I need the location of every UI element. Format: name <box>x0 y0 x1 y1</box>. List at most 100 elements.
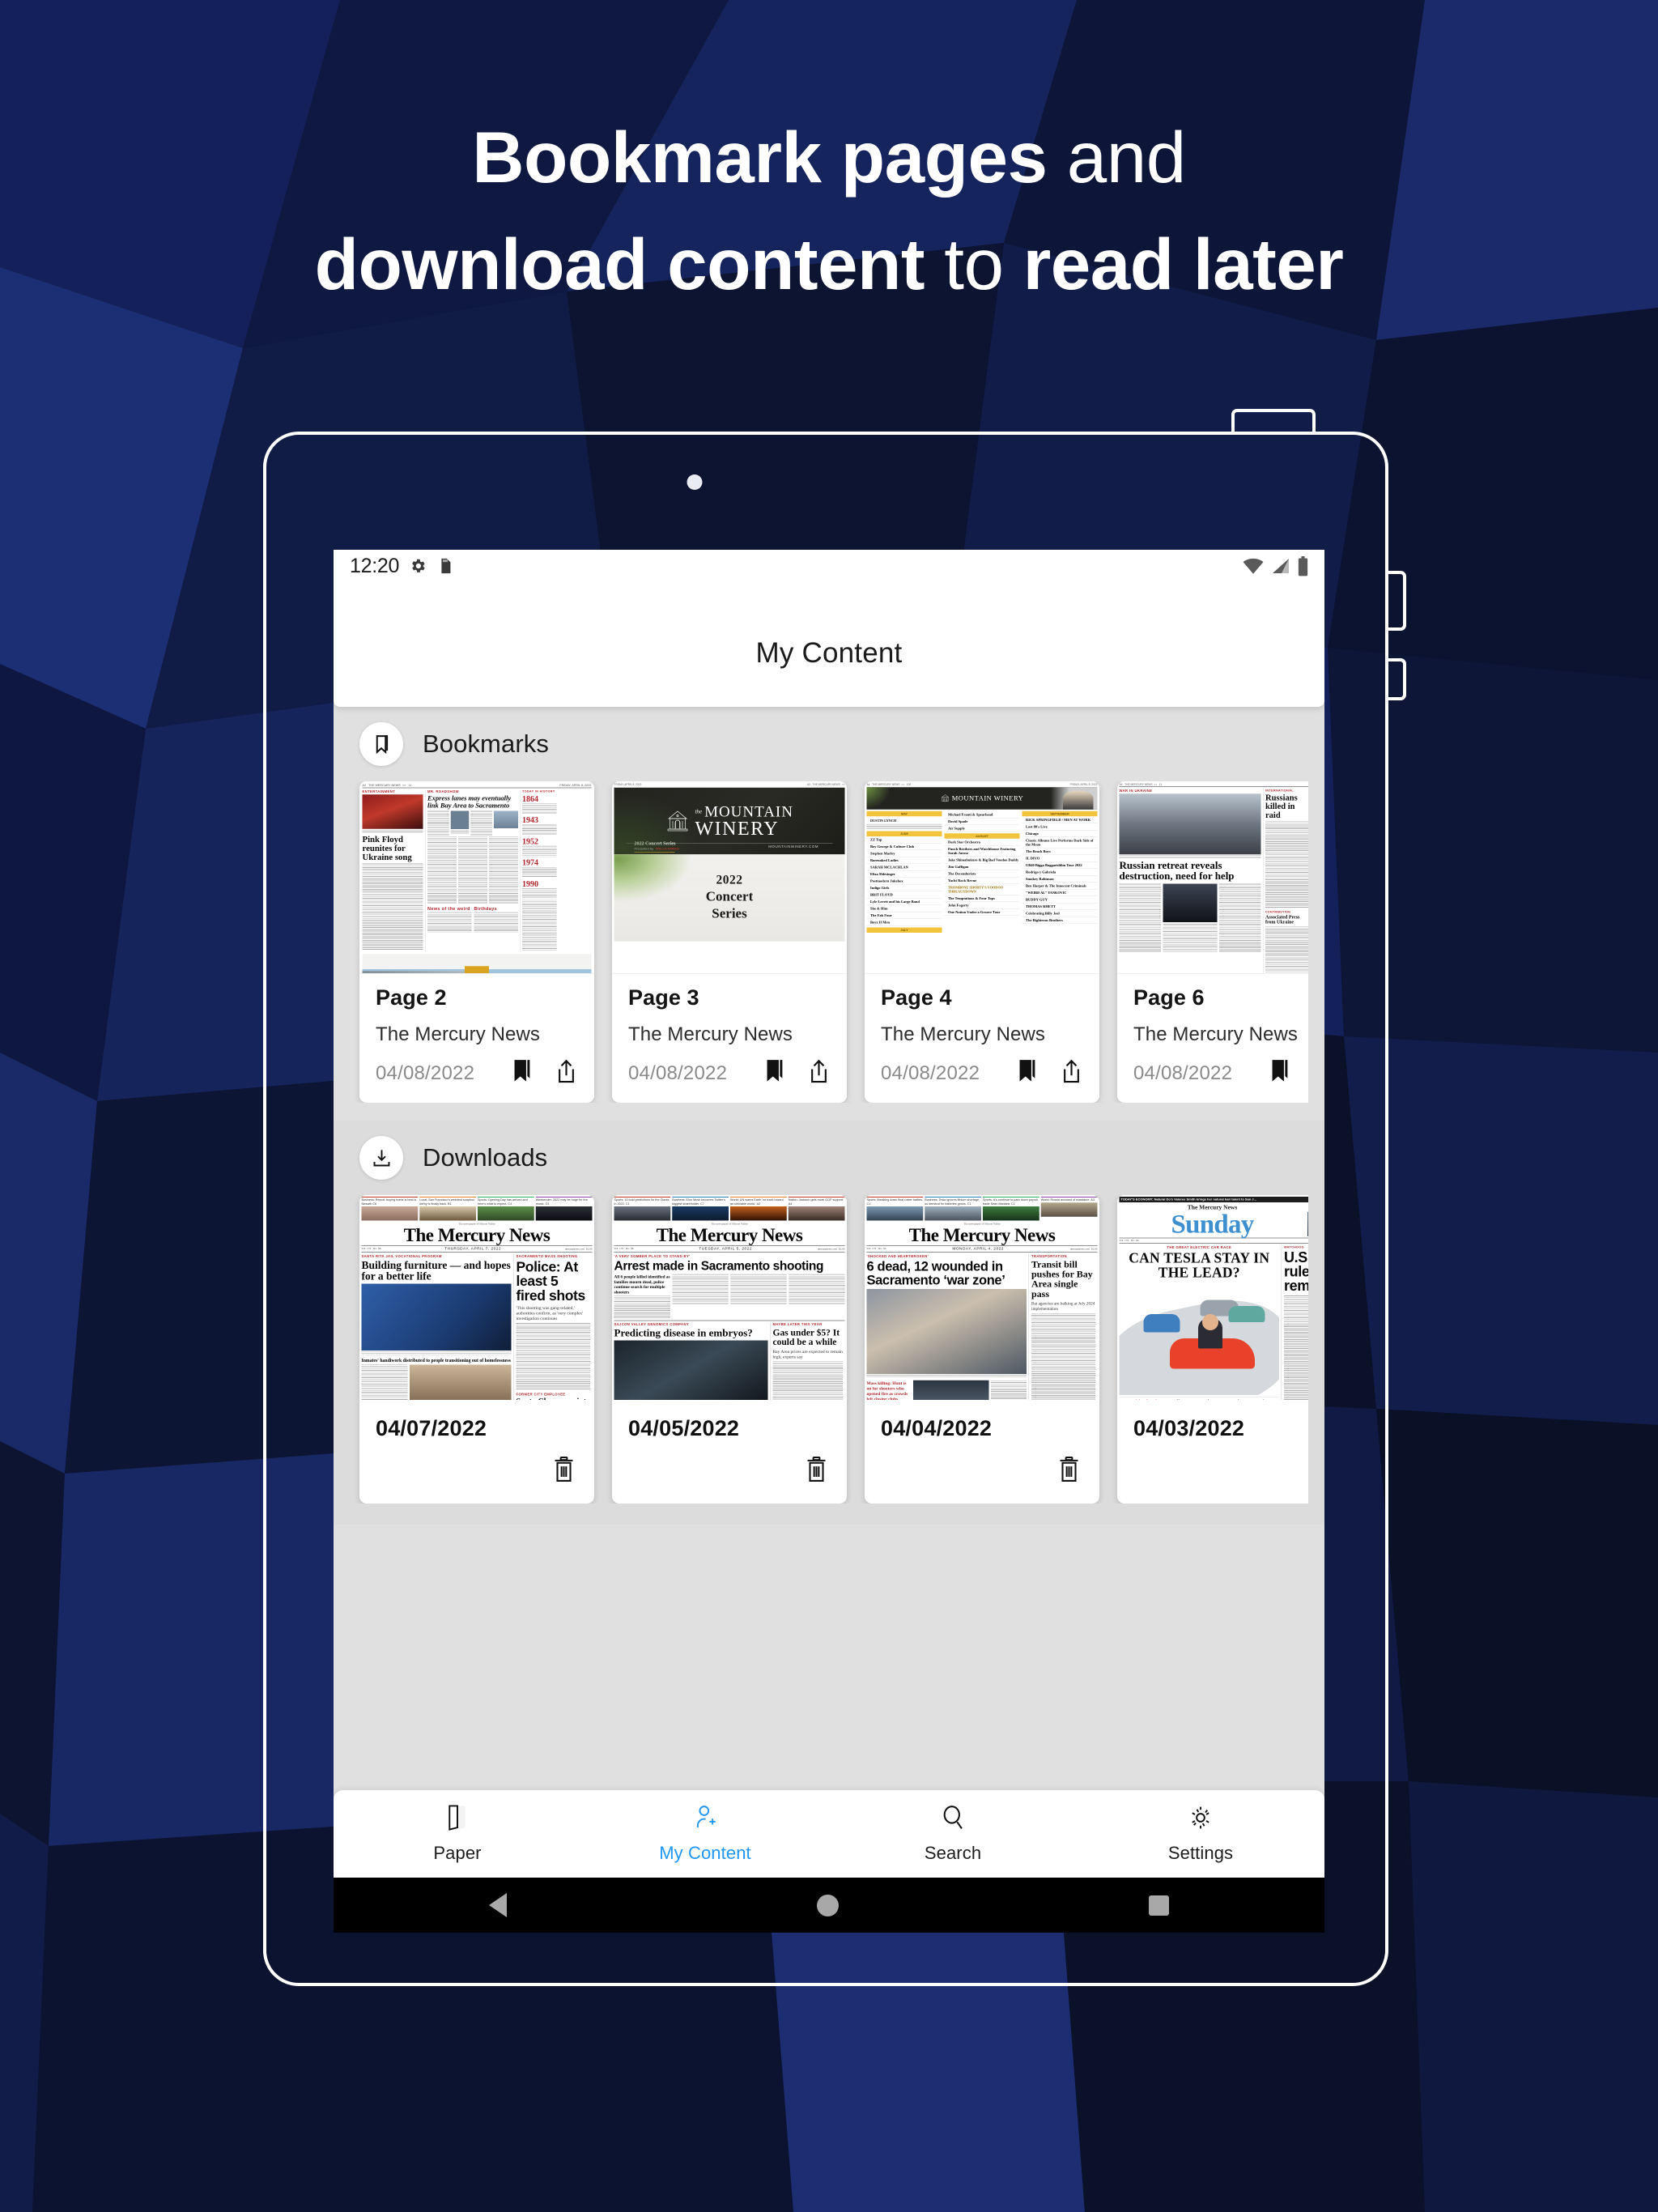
bookmark-filled-icon[interactable] <box>1017 1059 1039 1088</box>
bookmark-card-actions <box>764 1059 831 1088</box>
page-title: My Content <box>755 637 903 669</box>
bookmark-filled-icon[interactable] <box>764 1059 786 1088</box>
bookmark-thumbnail[interactable]: A4 THE MERCURY NEWS >> 100 FRIDAY, APRIL… <box>865 781 1099 974</box>
nav-tab-paper[interactable]: Paper <box>334 1790 581 1878</box>
download-card-date: 04/07/2022 <box>376 1416 487 1440</box>
thumb-teaser: Local: San Francisco's weirdest soapbox … <box>419 1197 475 1206</box>
thumb-bottom-headline: Santa Clara appoints interim city manage… <box>517 1397 591 1400</box>
thumb-act: The Fab Four <box>866 912 942 919</box>
bookmark-card[interactable]: A4 THE MERCURY NEWS >> 100 FRIDAY, APRIL… <box>865 781 1099 1103</box>
my-content-icon <box>693 1804 717 1836</box>
bookmark-thumbnail[interactable]: A6 THE MERCURY NEWS >> 11 WAR IN UKRAINE… <box>1117 781 1308 974</box>
bookmark-filled-icon[interactable] <box>512 1059 534 1088</box>
bookmark-card-publication: The Mercury News <box>376 1023 540 1045</box>
thumb-side-headline: Transit bill pushes for Bay Area single … <box>1031 1258 1093 1300</box>
download-card[interactable]: TODAY'S ECONOMY: Natural Do's Valoree Sm… <box>1117 1195 1308 1504</box>
nav-label-search: Search <box>924 1843 982 1863</box>
bookmarks-section-header: Bookmarks <box>350 707 1308 781</box>
bookmark-card-footer: 04/08/2022 <box>865 1046 1099 1103</box>
bookmarks-rail[interactable]: A2 THE MERCURY NEWS >> 11 FRIDAY, APRIL … <box>350 781 1308 1103</box>
trash-icon[interactable] <box>804 1456 829 1487</box>
thumb-kicker: 'A VERY SOMBER PLACE TO STAND BY' <box>614 1253 691 1258</box>
download-thumbnail[interactable]: Sports: 10 bold predictions for the Gian… <box>612 1195 847 1400</box>
download-card[interactable]: Sports: Breaking down final roster battl… <box>865 1195 1099 1504</box>
newspaper-page-preview: A6 THE MERCURY NEWS >> 11 WAR IN UKRAINE… <box>1117 781 1308 973</box>
download-card[interactable]: Business: Report: buying home is best is… <box>359 1195 594 1504</box>
thumb-side-kicker: SACRAMENTO MASS SHOOTING <box>516 1253 578 1258</box>
nav-tab-settings[interactable]: Settings <box>1077 1790 1324 1878</box>
thumb-act: THOMAS RHETT <box>1022 903 1098 910</box>
trash-icon[interactable] <box>551 1456 576 1487</box>
thumb-act: Dark Star Orchestra <box>944 839 1020 846</box>
thumb-month: JULY <box>866 927 942 933</box>
thumb-strip-text: TODAY'S ECONOMY: Natural Do's Valoree Sm… <box>1120 1197 1256 1202</box>
bookmark-card-footer: 04/08/2022 <box>1117 1046 1308 1103</box>
promo-headline-mid: to <box>924 223 1023 304</box>
downloads-rail[interactable]: Business: Report: buying home is best is… <box>350 1195 1308 1504</box>
device-power-button[interactable] <box>1385 658 1406 700</box>
promo-headline: Bookmark pages and download content to r… <box>0 104 1658 317</box>
download-thumbnail[interactable]: Business: Report: buying home is best is… <box>359 1195 594 1400</box>
thumb-headline: Building furniture — and hopes for a bet… <box>361 1258 511 1283</box>
device-volume-button[interactable] <box>1385 571 1406 631</box>
bookmark-card-date: 04/08/2022 <box>1133 1062 1233 1084</box>
thumb-side-kicker: INTERNATIONAL <box>1265 789 1294 793</box>
back-button[interactable] <box>488 1893 507 1917</box>
thumb-banner-brand: MOUNTAIN WINERY <box>951 794 1024 802</box>
thumb-act: Barenaked Ladies <box>866 857 942 864</box>
status-bar-right <box>1243 555 1308 576</box>
download-thumbnail[interactable]: Sports: Breaking down final roster battl… <box>865 1195 1099 1400</box>
thumb-act: The Decemberists <box>944 870 1020 878</box>
thumb-year: 1952 <box>522 836 538 846</box>
share-icon[interactable] <box>555 1059 578 1088</box>
bookmark-thumbnail[interactable]: A2 THE MERCURY NEWS >> 11 FRIDAY, APRIL … <box>359 781 594 974</box>
bookmark-card-publication: The Mercury News <box>881 1023 1045 1045</box>
thumb-act: Lost 80's Live <box>1022 823 1098 831</box>
bookmark-card[interactable]: A6 THE MERCURY NEWS >> 11 WAR IN UKRAINE… <box>1117 781 1308 1103</box>
download-card-date: 04/05/2022 <box>628 1416 740 1440</box>
download-thumbnail[interactable]: TODAY'S ECONOMY: Natural Do's Valoree Sm… <box>1117 1195 1308 1400</box>
thumb-deck-bold: Competition heating up: <box>1120 1399 1171 1400</box>
thumb-act: Chicago <box>1022 830 1098 837</box>
promo-headline-bold-3: read later <box>1022 223 1344 304</box>
thumb-side-kicker: MAYBE LATER THIS YEAR <box>772 1322 823 1326</box>
bookmark-card-publication: The Mercury News <box>628 1023 793 1045</box>
newspaper-front-preview: Sports: Breaking down final roster battl… <box>865 1195 1099 1400</box>
thumb-bottom-kicker: FORMER CITY EMPLOYEE <box>516 1392 566 1397</box>
thumb-subhead: All 6 people killed identified as famili… <box>614 1274 670 1295</box>
bookmarks-section: Bookmarks A2 THE MERCURY NEWS >> 11 FRID… <box>334 707 1324 1103</box>
thumb-masthead: The Mercury News <box>908 1224 1056 1245</box>
bookmark-card[interactable]: FRIDAY, APRIL 8, 2022 A3 THE MERCURY NEW… <box>612 781 847 1103</box>
thumb-act: IL DIVO <box>1022 855 1098 862</box>
thumb-act: The Righteous Brothers <box>1022 917 1098 924</box>
recents-button[interactable] <box>1149 1895 1170 1916</box>
thumb-sub-section-1: News of the weird <box>427 906 470 912</box>
thumb-brand-line2: WINERY <box>695 817 780 839</box>
bookmark-card[interactable]: A2 THE MERCURY NEWS >> 11 FRIDAY, APRIL … <box>359 781 594 1103</box>
promo-headline-line-2: download content to read later <box>0 211 1658 317</box>
download-card[interactable]: Sports: 10 bold predictions for the Gian… <box>612 1195 847 1504</box>
share-icon[interactable] <box>807 1059 831 1088</box>
bookmark-card-date: 04/08/2022 <box>881 1062 980 1084</box>
thumb-side-deck: Bay Area prices are expected to remain h… <box>772 1348 843 1359</box>
bookmark-filled-icon[interactable] <box>1269 1059 1291 1088</box>
thumb-act: She & Him <box>866 905 942 912</box>
bookmarks-section-title: Bookmarks <box>423 730 549 758</box>
thumb-act: Classic Albums Live Performs Dark Side o… <box>1022 837 1098 849</box>
home-button[interactable] <box>816 1894 839 1916</box>
nav-tab-search[interactable]: Search <box>829 1790 1077 1878</box>
thumb-teaser: Business: Tesla ignores lithium shortage… <box>925 1197 980 1206</box>
status-bar-time: 12:20 <box>350 554 400 577</box>
thumb-side-kicker: TRANSPORTATION <box>1031 1253 1067 1258</box>
bookmark-thumbnail[interactable]: FRIDAY, APRIL 8, 2022 A3 THE MERCURY NEW… <box>612 781 847 974</box>
share-icon[interactable] <box>1060 1059 1083 1088</box>
newspaper-front-preview: Business: Report: buying home is best is… <box>359 1195 594 1400</box>
trash-icon[interactable] <box>1056 1456 1082 1487</box>
nav-tab-my-content[interactable]: My Content <box>581 1790 829 1878</box>
gear-icon <box>1188 1804 1213 1836</box>
thumb-headline: Arrest made in Sacramento shooting <box>614 1258 824 1273</box>
thumb-teaser: Sports: Opening Day has arrived and here… <box>478 1197 528 1206</box>
newspaper-sunday-preview: TODAY'S ECONOMY: Natural Do's Valoree Sm… <box>1117 1195 1308 1400</box>
thumb-act: BRIT FLOYD <box>866 891 942 899</box>
thumb-act: Michael Franti & Spearhead <box>944 811 1020 819</box>
